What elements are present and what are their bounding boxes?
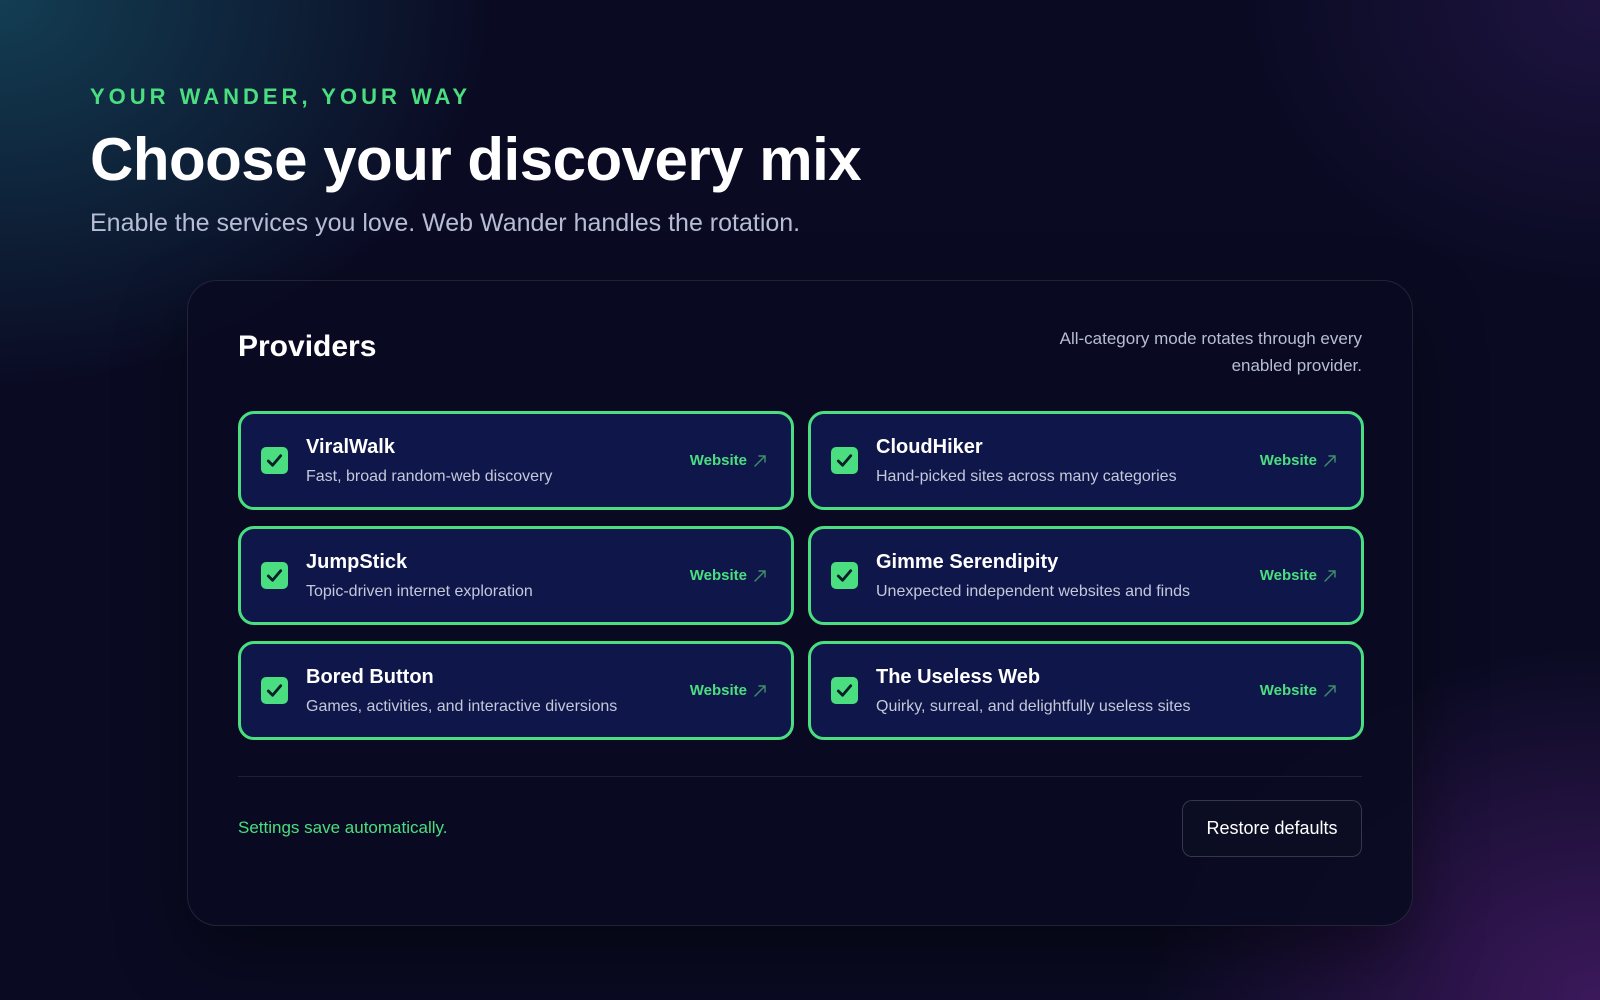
provider-text: Gimme Serendipity Unexpected independent… [876,550,1260,602]
external-link-arrow-icon [754,569,766,582]
eyebrow-text: YOUR WANDER, YOUR WAY [90,84,472,109]
website-link-label: Website [1259,452,1317,469]
providers-grid: ViralWalk Fast, broad random-web discove… [238,411,1364,740]
checkmark-icon [836,684,853,697]
provider-card-cloudhiker[interactable]: CloudHiker Hand-picked sites across many… [808,411,1364,510]
external-link-arrow-icon [1324,684,1336,697]
provider-text: ViralWalk Fast, broad random-web discove… [306,435,690,487]
provider-checkbox-cloudhiker[interactable] [831,447,858,474]
provider-name: Bored Button [306,665,434,688]
website-link-label: Website [689,682,747,699]
external-link-arrow-icon [754,454,766,467]
provider-checkbox-bored-button[interactable] [261,677,288,704]
provider-checkbox-jumpstick[interactable] [261,562,288,589]
provider-website-link-gimme-serendipity[interactable]: Website [1260,567,1337,584]
external-link-arrow-icon [754,684,766,697]
provider-description: Hand-picked sites across many categories [876,467,1177,485]
provider-website-link-viralwalk[interactable]: Website [690,452,767,469]
provider-name: The Useless Web [876,665,1041,688]
checkmark-icon [266,569,283,582]
provider-description: Games, activities, and interactive diver… [306,697,618,715]
providers-card: Providers All-category mode rotates thro… [187,280,1413,926]
provider-name: JumpStick [306,550,408,573]
provider-checkbox-the-useless-web[interactable] [831,677,858,704]
restore-defaults-button[interactable]: Restore defaults [1182,800,1362,857]
checkmark-icon [836,454,853,467]
autosave-status: Settings save automatically. [238,818,448,837]
providers-title: Providers [238,330,377,363]
provider-description: Fast, broad random-web discovery [306,467,553,485]
provider-website-link-jumpstick[interactable]: Website [690,567,767,584]
provider-checkbox-viralwalk[interactable] [261,447,288,474]
card-divider [238,776,1362,777]
hero-section: YOUR WANDER, YOUR WAY Choose your discov… [90,84,1190,238]
provider-card-jumpstick[interactable]: JumpStick Topic-driven internet explorat… [238,526,794,625]
provider-name: ViralWalk [306,435,395,458]
website-link-label: Website [689,567,747,584]
provider-name: Gimme Serendipity [876,550,1059,573]
provider-text: JumpStick Topic-driven internet explorat… [306,550,690,602]
checkmark-icon [266,454,283,467]
checkmark-icon [836,569,853,582]
provider-description: Topic-driven internet exploration [306,582,533,600]
rotation-note: All-category mode rotates through every … [1059,329,1362,375]
provider-website-link-bored-button[interactable]: Website [690,682,767,699]
checkmark-icon [266,684,283,697]
provider-text: CloudHiker Hand-picked sites across many… [876,435,1260,487]
external-link-arrow-icon [1324,454,1336,467]
provider-text: The Useless Web Quirky, surreal, and del… [876,665,1260,717]
provider-description: Unexpected independent websites and find… [876,582,1190,600]
provider-card-viralwalk[interactable]: ViralWalk Fast, broad random-web discove… [238,411,794,510]
provider-card-bored-button[interactable]: Bored Button Games, activities, and inte… [238,641,794,740]
website-link-label: Website [1259,567,1317,584]
provider-text: Bored Button Games, activities, and inte… [306,665,690,717]
provider-website-link-cloudhiker[interactable]: Website [1260,452,1337,469]
website-link-label: Website [689,452,747,469]
website-link-label: Website [1259,682,1317,699]
provider-checkbox-gimme-serendipity[interactable] [831,562,858,589]
page-title: Choose your discovery mix [90,126,862,193]
page-subtitle: Enable the services you love. Web Wander… [90,209,801,237]
provider-name: CloudHiker [876,435,983,458]
provider-website-link-the-useless-web[interactable]: Website [1260,682,1337,699]
external-link-arrow-icon [1324,569,1336,582]
provider-card-gimme-serendipity[interactable]: Gimme Serendipity Unexpected independent… [808,526,1364,625]
provider-description: Quirky, surreal, and delightfully useles… [876,697,1191,715]
providers-card-header: Providers All-category mode rotates thro… [238,325,1362,379]
provider-card-the-useless-web[interactable]: The Useless Web Quirky, surreal, and del… [808,641,1364,740]
